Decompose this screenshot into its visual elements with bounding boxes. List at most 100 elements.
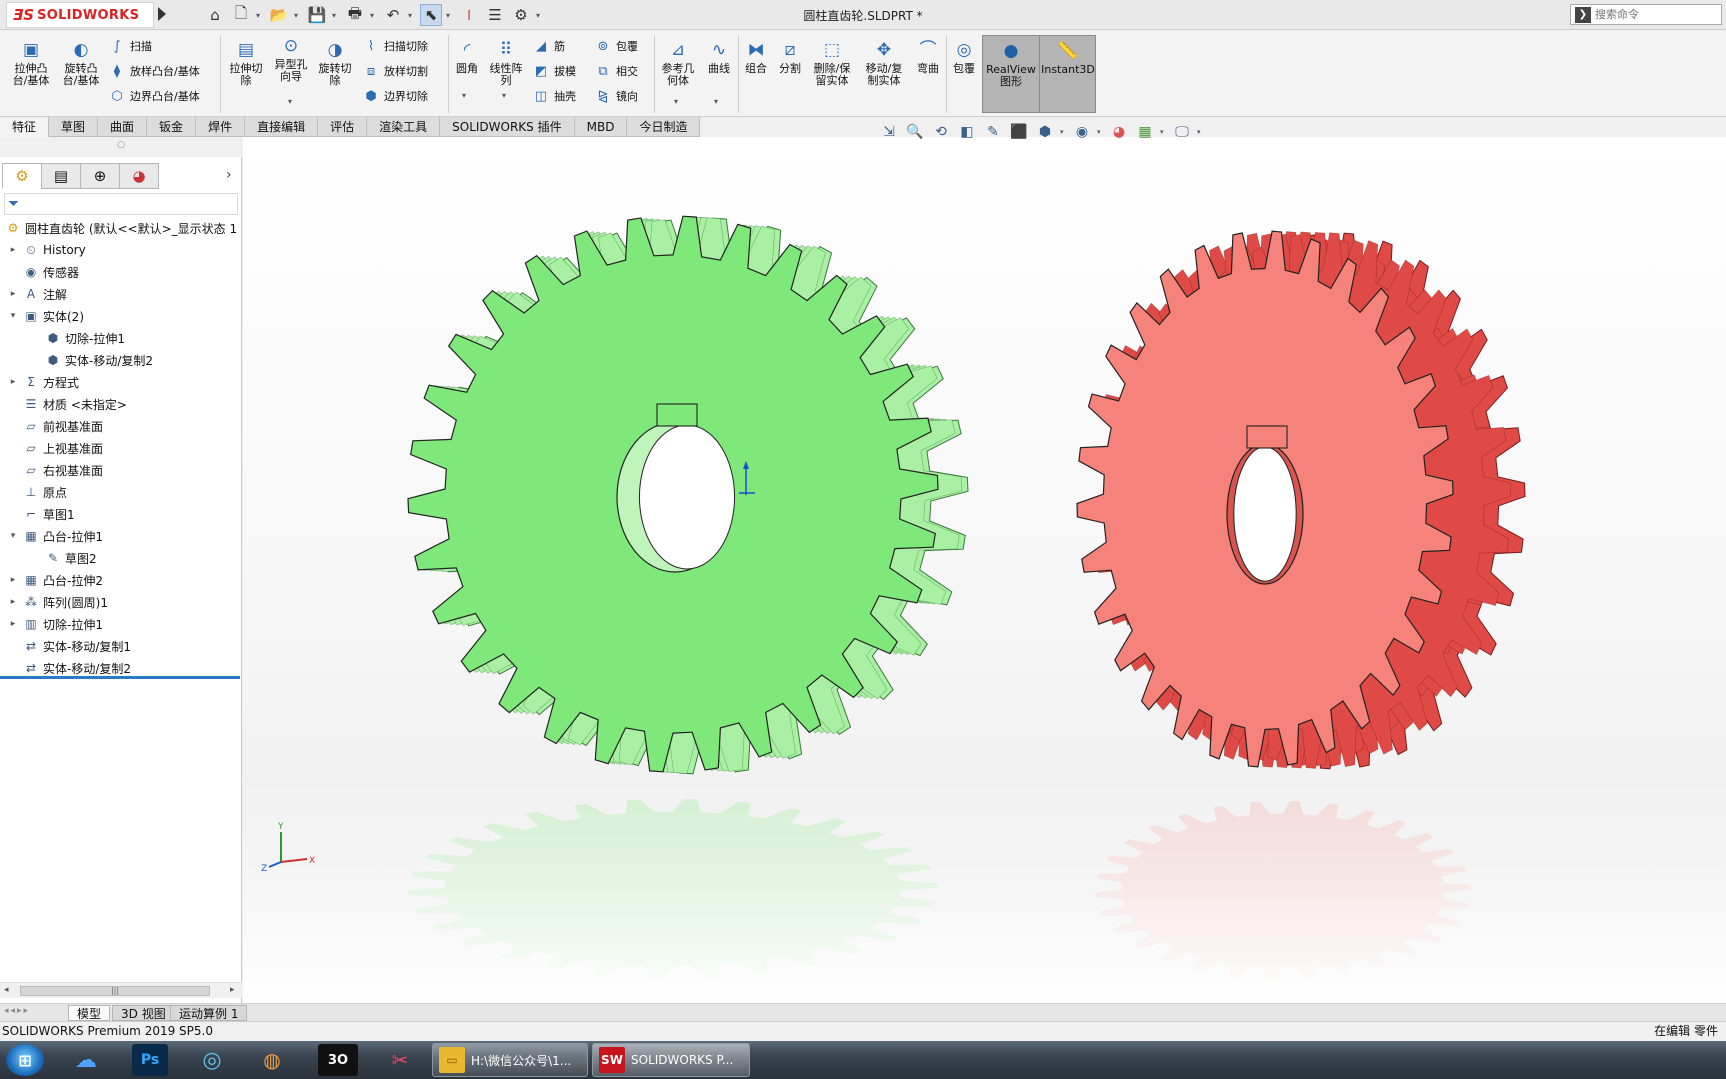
rollback-bar[interactable] [0, 676, 240, 679]
feature-tree-node[interactable]: ▸ ▦ 凸台-拉伸2 [0, 569, 242, 591]
search-input[interactable] [1595, 8, 1715, 21]
chevron-down-icon[interactable]: ▾ [446, 11, 454, 20]
scroll-right-icon[interactable]: ▸ [230, 985, 235, 995]
draft-button[interactable]: ◩ 拔模 [532, 62, 576, 80]
tab-motion-study[interactable]: 运动算例 1 [170, 1005, 248, 1021]
screen-recorder-icon[interactable]: 3O [318, 1044, 358, 1076]
feature-tree-node[interactable]: ⬢ 切除-拉伸1 [0, 327, 242, 349]
save-icon[interactable]: 💾 [306, 4, 328, 26]
dynamic-annotation-icon[interactable]: ✎ [982, 121, 1004, 143]
file-properties-icon[interactable]: ☰ [484, 4, 506, 26]
solidworks-logo-button[interactable]: ƎS SOLIDWORKS [6, 2, 154, 28]
tab-manufacturing[interactable]: 今日制造 [627, 117, 701, 137]
chevron-down-icon[interactable]: ▾ [370, 11, 378, 20]
chevron-down-icon[interactable]: ▾ [536, 11, 544, 20]
image-viewer-icon[interactable]: ◍ [250, 1044, 294, 1076]
open-folder-icon[interactable]: 📂 [268, 4, 290, 26]
tab-weldments[interactable]: 焊件 [196, 117, 246, 137]
edit-appearance-icon[interactable]: ◕ [1108, 121, 1130, 143]
delete-keep-body-button[interactable]: ⬚ 删除/保 留实体 [808, 39, 856, 87]
tab-sheet-metal[interactable]: 钣金 [147, 117, 197, 137]
tab-model[interactable]: 模型 [68, 1005, 111, 1021]
extrude-boss-button[interactable]: ▣ 拉伸凸 台/基体 [8, 39, 54, 87]
taskbar-folder-window[interactable]: ▭ H:\微信公众号\1... [432, 1043, 588, 1077]
feature-manager-tab-icon[interactable]: ⚙ [2, 163, 42, 189]
expand-arrow-icon[interactable]: ▸ [8, 377, 18, 387]
boundary-cut-button[interactable]: ⬢ 边界切除 [362, 87, 428, 105]
chevron-down-icon[interactable]: ▾ [256, 11, 264, 20]
chevron-down-icon[interactable]: ▾ [294, 11, 302, 20]
view-orientation-icon[interactable]: ⬛ [1008, 121, 1030, 143]
feature-tree-node[interactable]: ⬢ 实体-移动/复制2 [0, 349, 242, 371]
move-copy-body-button[interactable]: ✥ 移动/复 制实体 [860, 39, 908, 87]
feature-tree-node[interactable]: ⌐ 草图1 [0, 503, 242, 525]
tab-3d-views[interactable]: 3D 视图 [112, 1005, 175, 1021]
chevron-down-icon[interactable]: ▾ [1097, 128, 1104, 136]
expand-arrow-icon[interactable]: ▸ [8, 289, 18, 299]
feature-tree-node[interactable]: ▱ 前视基准面 [0, 415, 242, 437]
reference-geometry-button[interactable]: ⊿ 参考几 何体 [658, 39, 698, 87]
baidu-netdisk-icon[interactable]: ☁ [64, 1044, 108, 1076]
collapse-arrow-icon[interactable]: ▾ [8, 531, 18, 541]
chevron-down-icon[interactable]: ▾ [462, 91, 466, 100]
loft-boss-button[interactable]: ⧫ 放样凸台/基体 [108, 62, 200, 80]
new-document-icon[interactable]: 🗋 [230, 4, 252, 26]
feature-tree-node[interactable]: ✎ 草图2 [0, 547, 242, 569]
view-settings-icon[interactable]: 🖵 [1171, 121, 1193, 143]
photoshop-icon[interactable]: Ps [132, 1044, 168, 1076]
tab-evaluate[interactable]: 评估 [318, 117, 368, 137]
combine-button[interactable]: ⧓ 组合 [740, 39, 772, 75]
mirror-button[interactable]: ⧎ 镜向 [594, 87, 638, 105]
boundary-boss-button[interactable]: ⬡ 边界凸台/基体 [108, 87, 199, 105]
split-button[interactable]: ⧄ 分割 [774, 39, 806, 75]
feature-tree-node[interactable]: ▾ ▣ 实体(2) [0, 305, 242, 327]
print-icon[interactable]: 🖶 [344, 4, 366, 26]
chevron-down-icon[interactable]: ▾ [332, 11, 340, 20]
instant3d-toggle[interactable]: 📏 Instant3D [1040, 36, 1096, 112]
feature-tree-node[interactable]: ▸ ⏲ History [0, 239, 242, 261]
linear-pattern-button[interactable]: ⠿ 线性阵 列 [486, 39, 526, 87]
left-green-gear[interactable] [407, 215, 969, 775]
tab-mbd[interactable]: MBD [574, 117, 628, 137]
feature-tree-node[interactable]: ▸ ▥ 切除-拉伸1 [0, 613, 242, 635]
chevron-down-icon[interactable]: ▾ [1160, 128, 1167, 136]
home-icon[interactable]: ⌂ [204, 4, 226, 26]
chevron-down-icon[interactable]: ▾ [674, 97, 678, 106]
feature-tree-node[interactable]: ▱ 右视基准面 [0, 459, 242, 481]
expand-arrow-icon[interactable]: ▸ [8, 245, 18, 255]
expand-arrow-icon[interactable]: ▸ [8, 619, 18, 629]
section-view-icon[interactable]: ◧ [956, 121, 978, 143]
expand-arrow-icon[interactable]: ▸ [8, 597, 18, 607]
lofted-cut-button[interactable]: ⧈ 放样切割 [362, 62, 428, 80]
chevron-down-icon[interactable]: ▾ [408, 11, 416, 20]
tab-navigation-arrows-icon[interactable]: ◂◂▸▸ [4, 1006, 30, 1016]
gear-icon[interactable]: ⚙ [510, 4, 532, 26]
rib-button[interactable]: ◢ 筋 [532, 37, 565, 55]
zoom-to-area-icon[interactable]: 🔍 [904, 121, 926, 143]
taskbar-solidworks-window[interactable]: SW SOLIDWORKS P... [592, 1043, 750, 1077]
scroll-left-icon[interactable]: ◂ [4, 985, 9, 995]
menu-expand-arrow-icon[interactable] [158, 7, 166, 21]
chevron-down-icon[interactable]: ▾ [502, 91, 506, 100]
revolve-boss-button[interactable]: ◐ 旋转凸 台/基体 [58, 39, 104, 87]
chevron-down-icon[interactable]: ▾ [1197, 128, 1204, 136]
fillet-button[interactable]: ◜ 圆角 [450, 39, 484, 75]
horizontal-scrollbar[interactable]: ◂ ||| ▸ [0, 982, 242, 998]
feature-tree-node[interactable]: ⇄ 实体-移动/复制1 [0, 635, 242, 657]
hole-wizard-button[interactable]: ⊙ 异型孔 向导 [270, 35, 312, 83]
collapse-arrow-icon[interactable]: ▾ [8, 311, 18, 321]
feature-tree-root[interactable]: ⚙ 圆柱直齿轮 (默认<<默认>_显示状态 1 [0, 217, 242, 239]
browser-icon[interactable]: ◎ [190, 1044, 234, 1076]
snipping-tool-icon[interactable]: ✂ [378, 1044, 422, 1076]
feature-tree-node[interactable]: ▸ A 注解 [0, 283, 242, 305]
wrap-button[interactable]: ⊚ 包覆 [594, 37, 638, 55]
rebuild-traffic-light-icon[interactable]: ⏽ [458, 4, 480, 26]
display-style-icon[interactable]: ⬢ [1034, 121, 1056, 143]
feature-tree-filter[interactable]: ⏷ [4, 193, 238, 215]
property-manager-tab-icon[interactable]: ▤ [41, 163, 81, 189]
panel-splitter-grip[interactable]: ○ [0, 137, 242, 157]
chevron-down-icon[interactable]: ▾ [714, 97, 718, 106]
previous-view-icon[interactable]: ⟲ [930, 121, 952, 143]
start-button-icon[interactable]: ⊞ [6, 1044, 44, 1076]
expand-arrow-icon[interactable]: ▸ [8, 575, 18, 585]
